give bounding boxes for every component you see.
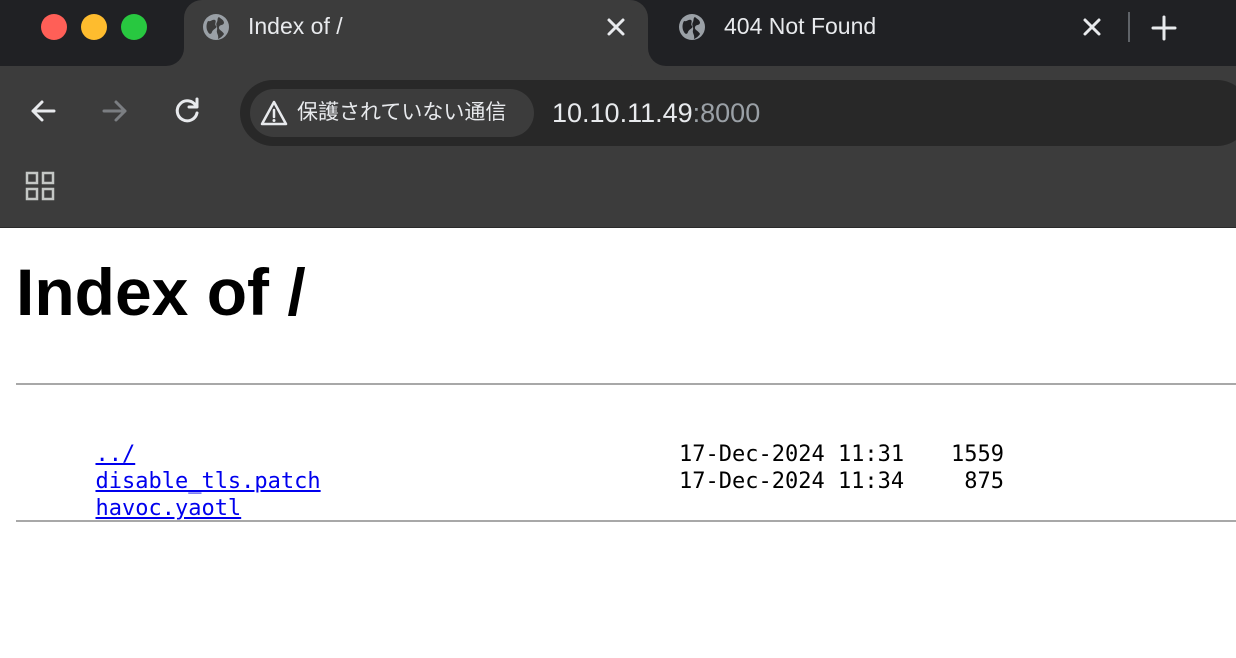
list-item: disable_tls.patch 17-Dec-2024 11:31 1559 <box>16 441 1004 494</box>
list-item: havoc.yaotl 17-Dec-2024 11:34 875 <box>16 468 1004 521</box>
tab-index-of[interactable]: Index of / <box>184 0 648 66</box>
apps-grid-icon[interactable] <box>25 171 55 201</box>
window-minimize-button[interactable] <box>81 14 107 40</box>
new-tab-plus-icon[interactable] <box>1148 12 1180 44</box>
address-bar[interactable]: 保護されていない通信 10.10.11.49:8000 <box>240 80 1236 146</box>
url-port: :8000 <box>692 98 761 128</box>
tab-strip: Index of / 404 Not Found <box>0 0 1236 66</box>
back-arrow-icon[interactable] <box>26 94 60 128</box>
file-size: 1559 <box>951 442 1004 467</box>
tab-title: Index of / <box>248 13 343 39</box>
tab-title: 404 Not Found <box>724 13 877 39</box>
file-size: 875 <box>964 469 1004 494</box>
list-item: ../ <box>16 414 321 467</box>
url-host: 10.10.11.49 <box>552 98 693 128</box>
globe-icon <box>679 14 705 40</box>
tab-close-icon[interactable] <box>603 14 629 40</box>
divider <box>16 520 1236 522</box>
window-close-button[interactable] <box>41 14 67 40</box>
security-chip[interactable]: 保護されていない通信 <box>250 89 534 137</box>
reload-icon[interactable] <box>170 94 204 128</box>
globe-icon <box>203 14 229 40</box>
page-title: Index of / <box>16 255 306 329</box>
security-label: 保護されていない通信 <box>297 101 507 124</box>
divider <box>16 383 1236 385</box>
browser-toolbar: 保護されていない通信 10.10.11.49:8000 <box>0 66 1236 160</box>
bookmarks-bar <box>0 160 1236 228</box>
url-text[interactable]: 10.10.11.49:8000 <box>552 97 760 129</box>
tab-404-not-found[interactable]: 404 Not Found <box>660 0 1120 66</box>
window-maximize-button[interactable] <box>121 14 147 40</box>
file-date: 17-Dec-2024 11:31 <box>679 442 905 467</box>
forward-arrow-icon[interactable] <box>98 94 132 128</box>
page-content: Index of / ../ disable_tls.patch 17-Dec-… <box>0 228 1236 658</box>
directory-listing: ../ disable_tls.patch 17-Dec-2024 11:31 … <box>16 414 1004 521</box>
tab-separator <box>1128 12 1130 42</box>
tab-close-icon[interactable] <box>1079 14 1105 40</box>
warning-triangle-icon <box>260 100 288 126</box>
file-date: 17-Dec-2024 11:34 <box>679 469 905 494</box>
file-link[interactable]: havoc.yaotl <box>95 496 241 521</box>
